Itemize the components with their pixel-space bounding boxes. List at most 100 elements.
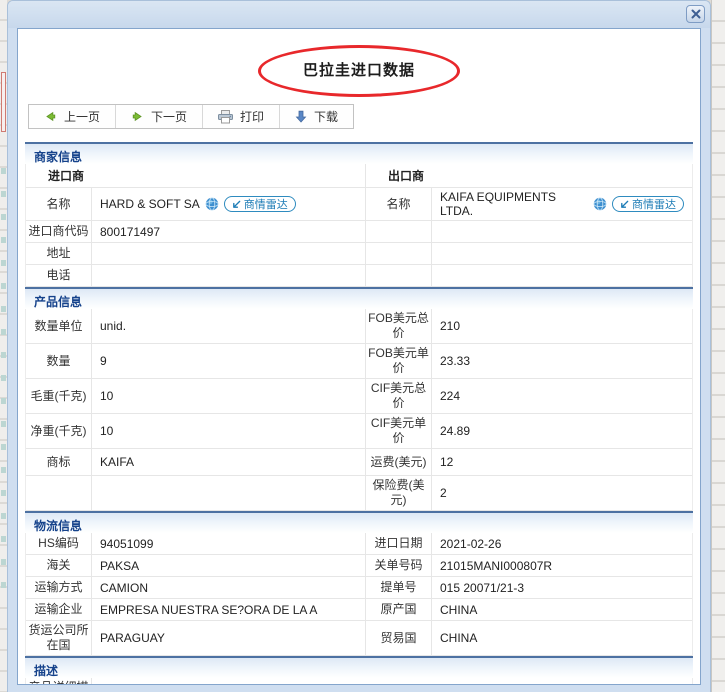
customs-doc-label: 关单号码 [366,555,432,576]
importer-code-label: 进口商代码 [26,221,92,242]
net-weight-value: 10 [92,414,366,448]
description-table: 产品详细描述 LINEAS LED MUEBLE(LUCES LED QUE V… [25,678,693,684]
qty-unit-value: unid. [92,309,366,343]
close-icon [691,9,700,19]
page-title-area: 巴拉圭进口数据 [18,45,700,97]
exporter-name-value: KAIFA EQUIPMENTS LTDA. 商情雷达 [432,188,692,220]
trademark-label: 商标 [26,449,92,475]
customs-doc-value: 21015MANI000807R [440,558,553,573]
description-section: 描述 产品详细描述 LINEAS LED MUEBLE(LUCES LED QU… [25,656,693,684]
arrow-down-blue-icon [295,110,307,123]
qty-unit-label: 数量单位 [26,309,92,343]
business-radar-label: 商情雷达 [243,199,288,211]
print-label: 打印 [240,110,265,124]
next-page-label: 下一页 [151,110,188,124]
table-row: 地址 [26,243,692,265]
customs-label: 海关 [26,555,92,576]
table-row: 毛重(千克) 10 CIF美元总价 224 [26,379,692,414]
trade-country-label: 贸易国 [366,621,432,655]
table-row: 数量单位 unid. FOB美元总价 210 [26,309,692,344]
importer-column-header: 进口商 [26,164,366,187]
exporter-name-label: 名称 [366,188,432,220]
table-row: 海关 PAKSA 关单号码 21015MANI000807R [26,555,692,577]
globe-link-icon[interactable] [593,197,607,211]
product-description-label: 产品详细描述 [26,678,92,684]
fob-unit-value: 23.33 [440,354,471,368]
table-row: 电话 [26,265,692,287]
freight-company-country-value: PARAGUAY [92,621,366,655]
table-row: 数量 9 FOB美元单价 23.33 [26,344,692,379]
table-row: 进口商代码 800171497 [26,221,692,243]
next-page-button[interactable]: 下一页 [116,105,204,128]
background-page-left-edge [0,0,7,692]
detail-sections: 商家信息 进口商 出口商 名称 HARD & SOFT SA 商情雷达 名称 K… [25,142,693,684]
merchant-section-header: 商家信息 [25,142,693,164]
table-row: 产品详细描述 LINEAS LED MUEBLE(LUCES LED QUE V… [26,678,692,684]
toolbar: 上一页 下一页 打印 下载 [28,104,355,129]
logistics-info-section: 物流信息 HS编码 94051099 进口日期 2021-02-26 海关 PA… [25,511,693,656]
download-button[interactable]: 下载 [280,105,353,128]
prev-page-button[interactable]: 上一页 [29,105,117,128]
print-button[interactable]: 打印 [203,105,281,128]
table-row: 货运公司所在国 PARAGUAY 贸易国 CHINA [26,621,692,656]
radar-arrow-icon [232,200,241,208]
background-fragment [1,72,6,132]
insurance-label: 保险费(美元) [366,476,432,510]
globe-link-icon[interactable] [205,197,219,211]
hs-code-value: 94051099 [92,533,366,554]
empty-cell [432,265,692,286]
carrier-value: EMPRESA NUESTRA SE?ORA DE LA A [92,599,366,620]
close-button[interactable] [686,5,705,23]
window-body: 巴拉圭进口数据 上一页 下一页 打印 下载 商家信息 进口商 出口商 名称 HA… [17,28,701,685]
import-date-value: 2021-02-26 [440,536,502,551]
transport-mode-value: CAMION [92,577,366,598]
table-row: 进口商 出口商 [26,164,692,188]
qty-value: 9 [92,344,366,378]
description-section-header: 描述 [25,656,693,678]
exporter-column-header: 出口商 [388,169,425,183]
page-title: 巴拉圭进口数据 [302,62,415,79]
empty-cell [366,221,432,242]
table-row: 名称 HARD & SOFT SA 商情雷达 名称 KAIFA EQUIPMEN… [26,188,692,221]
bill-of-lading-value: 015 20071/21-3 [440,580,525,595]
hs-code-label: HS编码 [26,533,92,554]
carrier-label: 运输企业 [26,599,92,620]
prev-page-label: 上一页 [64,110,101,124]
empty-cell [366,243,432,264]
freight-value: 12 [440,455,454,469]
empty-cell [26,476,92,510]
arrow-right-green-icon [132,111,142,122]
import-date-label: 进口日期 [366,533,432,554]
table-row: 商标 KAIFA 运费(美元) 12 [26,449,692,476]
logistics-table: HS编码 94051099 进口日期 2021-02-26 海关 PAKSA 关… [25,533,693,656]
empty-cell [92,476,366,510]
merchant-info-section: 商家信息 进口商 出口商 名称 HARD & SOFT SA 商情雷达 名称 K… [25,142,693,287]
business-radar-badge[interactable]: 商情雷达 [223,196,296,212]
cif-total-value: 224 [440,389,461,403]
table-row: 净重(千克) 10 CIF美元单价 24.89 [26,414,692,449]
fob-total-label: FOB美元总价 [366,309,432,343]
phone-value [92,265,366,286]
insurance-value: 2 [440,486,447,500]
customs-value: PAKSA [92,555,366,576]
window-titlebar[interactable] [8,1,710,28]
empty-cell [432,243,692,264]
freight-label: 运费(美元) [366,449,432,475]
fob-unit-label: FOB美元单价 [366,344,432,378]
printer-icon [218,109,234,123]
gross-weight-value: 10 [92,379,366,413]
arrow-left-green-icon [46,111,56,122]
importer-code-value: 800171497 [92,221,366,242]
address-label: 地址 [26,243,92,264]
address-value [92,243,366,264]
cif-unit-label: CIF美元单价 [366,414,432,448]
business-radar-badge[interactable]: 商情雷达 [612,196,684,212]
product-table: 数量单位 unid. FOB美元总价 210 数量 9 FOB美元单价 23.3… [25,309,693,511]
net-weight-label: 净重(千克) [26,414,92,448]
table-row: 运输企业 EMPRESA NUESTRA SE?ORA DE LA A 原产国 … [26,599,692,621]
product-section-header: 产品信息 [25,287,693,309]
cif-total-label: CIF美元总价 [366,379,432,413]
empty-cell [366,265,432,286]
business-radar-label: 商情雷达 [632,199,676,211]
background-fragment [1,168,6,588]
